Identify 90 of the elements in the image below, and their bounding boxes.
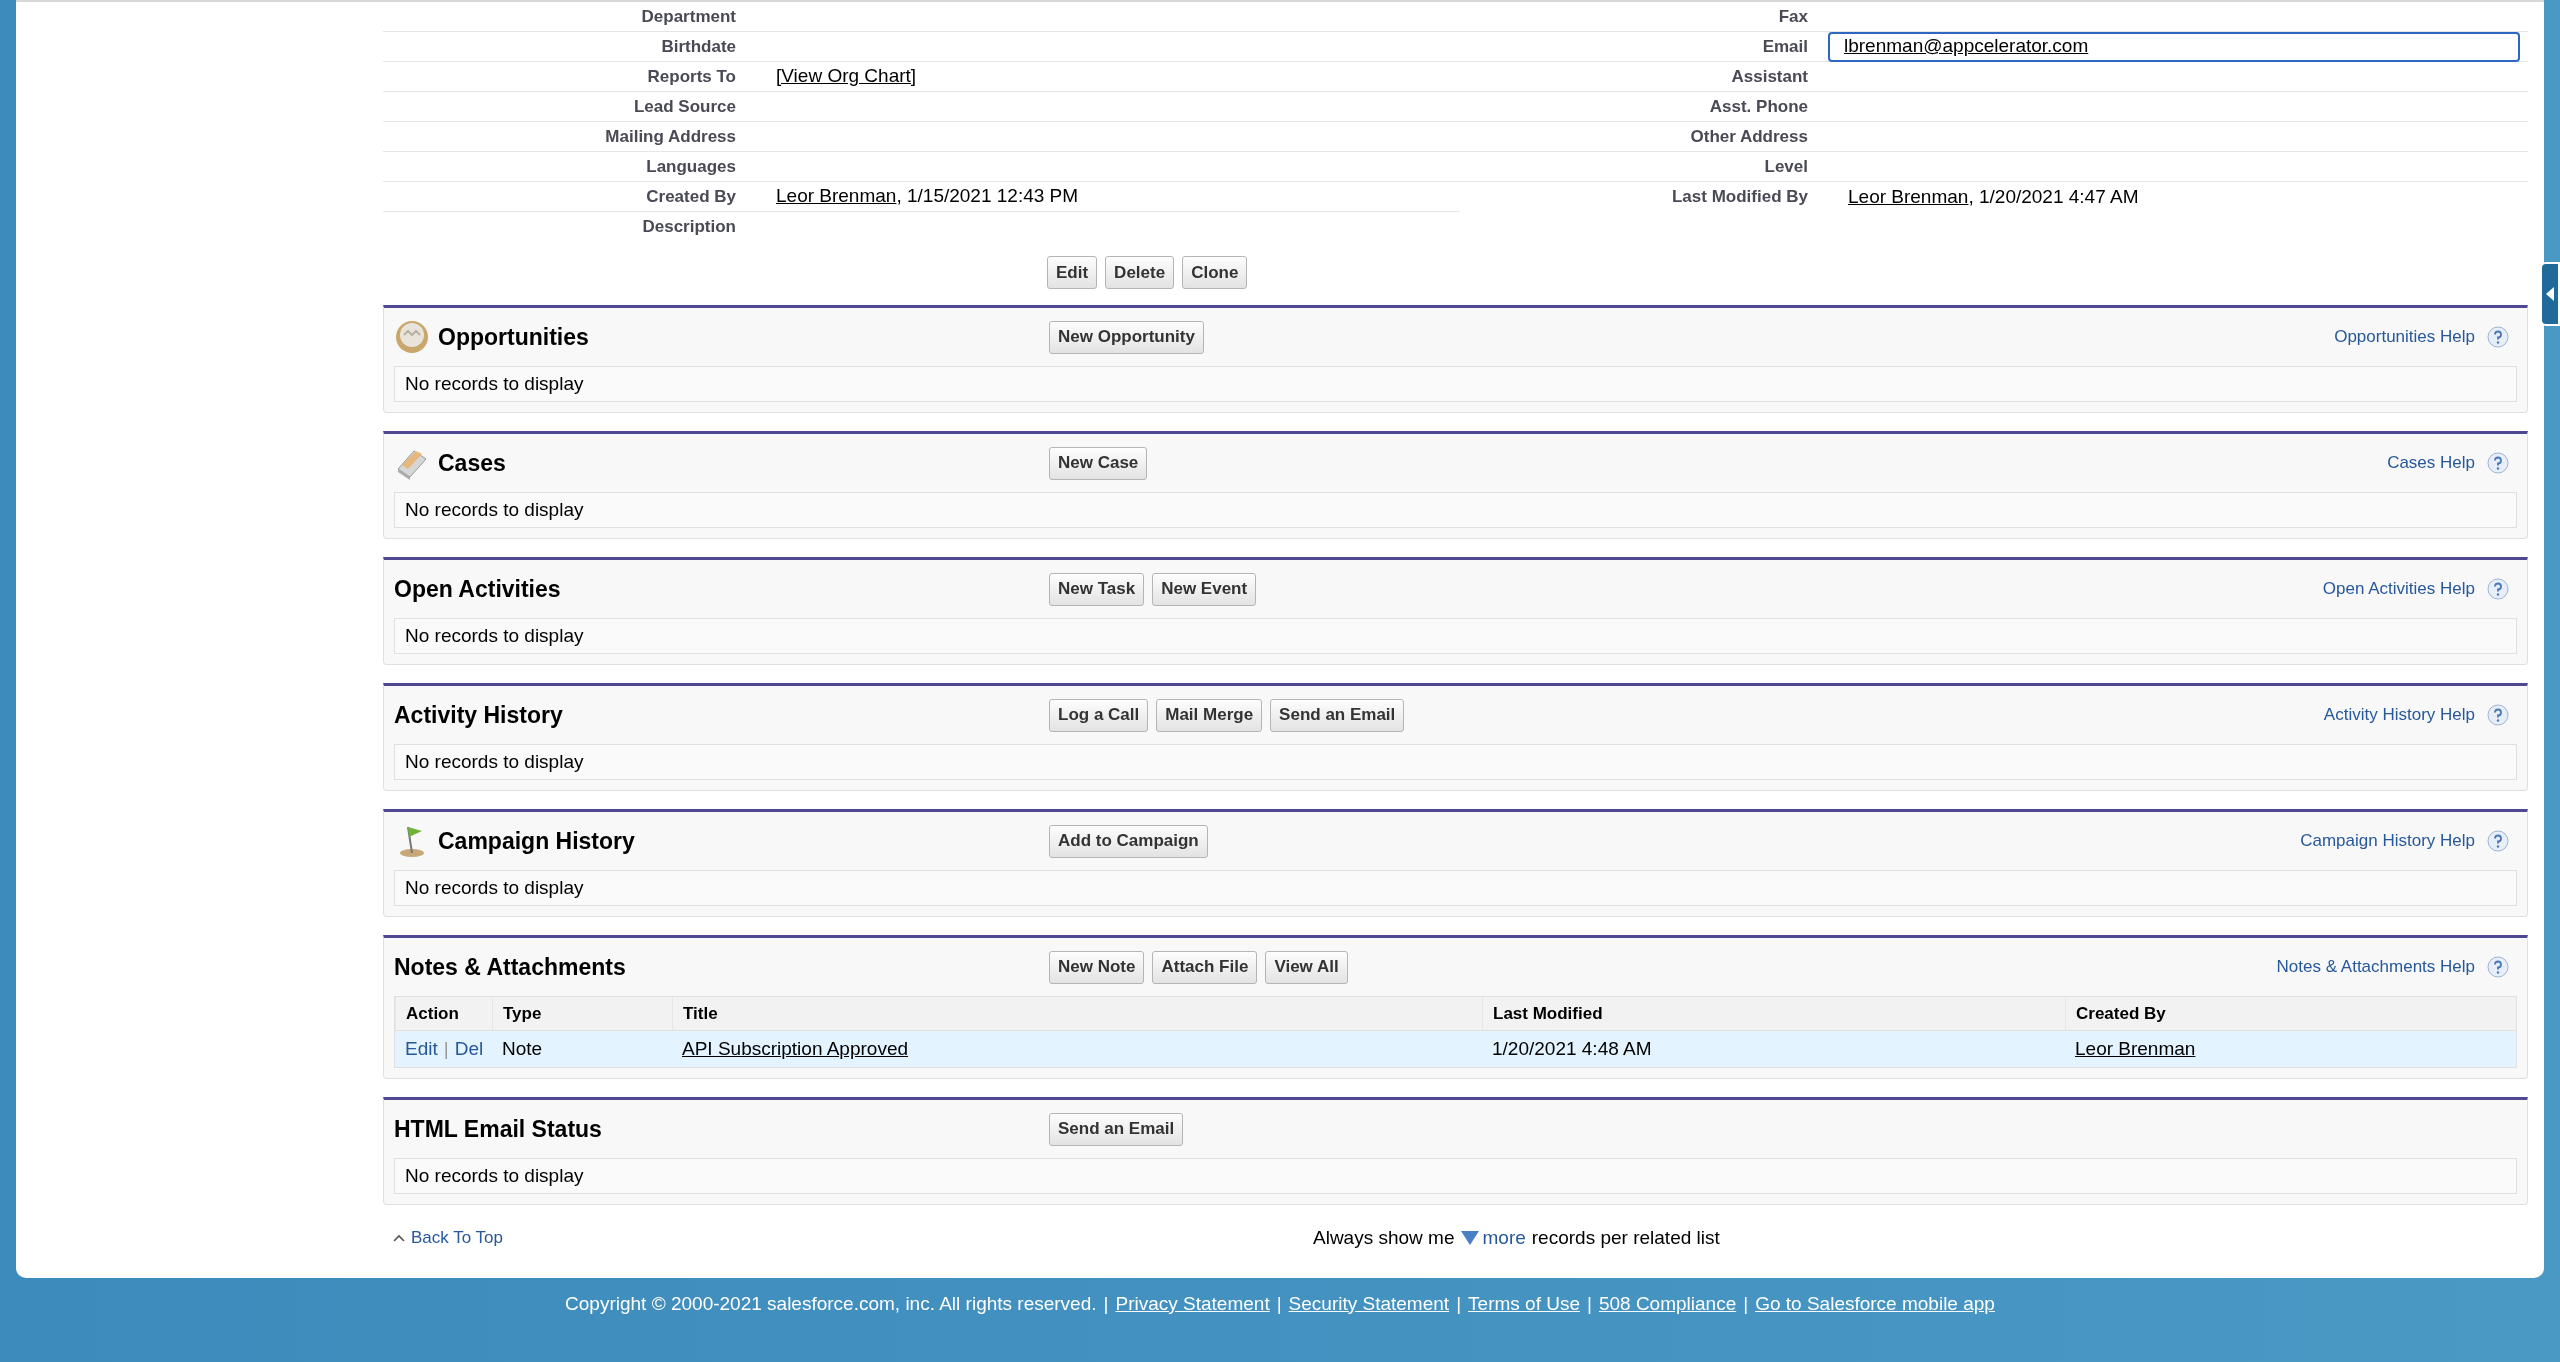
empty-list-message: No records to display [394, 618, 2517, 654]
empty-list-message: No records to display [394, 492, 2517, 528]
column-header: Last Modified [1482, 997, 2065, 1030]
separator: | [1276, 1291, 1282, 1316]
section-title: Opportunities [438, 322, 589, 352]
action-button[interactable]: Clone [1182, 256, 1248, 289]
field-label: Department [641, 5, 736, 28]
help-link[interactable]: Opportunities Help [2334, 324, 2475, 350]
sidebar-toggle[interactable] [2540, 262, 2560, 326]
row-action-link[interactable]: Edit [405, 1034, 438, 1064]
table-cell-text: Note [502, 1036, 543, 1061]
table-cell-text: 1/20/2021 4:48 AM [1492, 1036, 1652, 1061]
help-icon[interactable] [2487, 452, 2509, 474]
field-label: Mailing Address [605, 125, 736, 148]
help-icon[interactable] [2487, 704, 2509, 726]
action-button[interactable]: New Case [1049, 446, 1148, 480]
action-button[interactable]: Send an Email [1270, 698, 1405, 732]
empty-list-message: No records to display [394, 1158, 2517, 1194]
empty-list-message: No records to display [394, 366, 2517, 402]
field-label: Created By [646, 185, 736, 208]
help-icon[interactable] [2487, 326, 2509, 348]
column-header: Title [672, 997, 1482, 1030]
separator: | [1743, 1291, 1749, 1316]
action-button[interactable]: Attach File [1152, 950, 1258, 984]
action-button[interactable]: Mail Merge [1156, 698, 1263, 732]
row-action-link[interactable]: Del [454, 1034, 484, 1064]
help-link[interactable]: Activity History Help [2323, 702, 2475, 728]
table-link[interactable]: API Subscription Approved [682, 1034, 909, 1064]
action-button[interactable]: Add to Campaign [1049, 824, 1208, 858]
action-button[interactable]: Log a Call [1049, 698, 1149, 732]
empty-list-message: No records to display [394, 870, 2517, 906]
action-button[interactable]: Edit [1047, 256, 1098, 289]
section-title: Notes & Attachments [394, 952, 626, 982]
action-button[interactable]: Send an Email [1049, 1112, 1184, 1146]
help-icon[interactable] [2487, 830, 2509, 852]
action-button[interactable]: View All [1265, 950, 1348, 984]
record-link[interactable]: Leor Brenman [1848, 182, 1969, 212]
field-label: Other Address [1690, 125, 1808, 148]
field-label: Languages [646, 155, 736, 178]
coin-icon [394, 319, 430, 355]
help-link[interactable]: Cases Help [2387, 450, 2475, 476]
column-header: Action [395, 997, 492, 1030]
section-title: Open Activities [394, 574, 561, 604]
triangle-left-icon [2546, 287, 2554, 301]
table-row[interactable]: Edit | Del Note API Subscription Approved 1/20/2021 4:48 AM Leor Brenman [395, 1031, 2516, 1067]
triangle-down-icon [1460, 1231, 1479, 1245]
column-header: Type [492, 997, 672, 1030]
record-link[interactable]: lbrenman@appcelerator.com [1844, 32, 2089, 61]
empty-list-message: No records to display [394, 744, 2517, 780]
caret-up-icon [393, 1234, 405, 1242]
field-label: Lead Source [633, 95, 736, 118]
separator: | [443, 1036, 449, 1061]
record-link[interactable]: [View Org Chart] [776, 62, 917, 91]
section-title: HTML Email Status [394, 1114, 602, 1144]
back-to-top-link[interactable]: Back To Top [393, 1225, 1313, 1251]
section-title: Activity History [394, 700, 563, 730]
field-label: Last Modified By [1672, 186, 1808, 209]
field-label: Email [1762, 35, 1808, 58]
action-button[interactable]: New Task [1049, 572, 1145, 606]
field-label: Assistant [1731, 65, 1808, 88]
table-link[interactable]: Leor Brenman [2075, 1034, 2196, 1064]
help-link[interactable]: Campaign History Help [2300, 828, 2475, 854]
records-label: Always show me [1313, 1225, 1455, 1250]
copyright-text: Copyright © 2000-2021 salesforce.com, inc. All rights reserved. [565, 1291, 1097, 1316]
separator: | [1587, 1291, 1592, 1316]
help-link[interactable]: Notes & Attachments Help [2276, 954, 2475, 980]
field-label: Fax [1778, 5, 1808, 28]
action-button[interactable]: New Event [1152, 572, 1257, 606]
section-title: Cases [438, 448, 506, 478]
field-value: , 1/15/2021 12:43 PM [896, 184, 1079, 209]
section-title: Campaign History [438, 826, 635, 856]
field-label: Level [1764, 155, 1808, 178]
field-label: Description [642, 216, 736, 239]
separator: | [1103, 1291, 1109, 1316]
action-button[interactable]: New Opportunity [1049, 320, 1204, 354]
field-label: Asst. Phone [1709, 95, 1808, 118]
record-link[interactable]: Leor Brenman [776, 182, 897, 211]
column-header: Created By [2065, 997, 2516, 1030]
action-button[interactable]: New Note [1049, 950, 1145, 984]
email-field[interactable]: lbrenman@appcelerator.com [1828, 31, 2520, 62]
action-button[interactable]: Delete [1105, 256, 1175, 289]
field-label: Birthdate [661, 35, 736, 58]
separator: | [1456, 1291, 1462, 1316]
help-icon[interactable] [2487, 956, 2509, 978]
field-value: , 1/20/2021 4:47 AM [1968, 184, 2139, 209]
records-label: records per related list [1531, 1225, 1720, 1250]
more-records-link[interactable]: more [1460, 1223, 1526, 1253]
help-link[interactable]: Open Activities Help [2322, 576, 2475, 602]
help-icon[interactable] [2487, 578, 2509, 600]
field-label: Reports To [647, 65, 736, 88]
